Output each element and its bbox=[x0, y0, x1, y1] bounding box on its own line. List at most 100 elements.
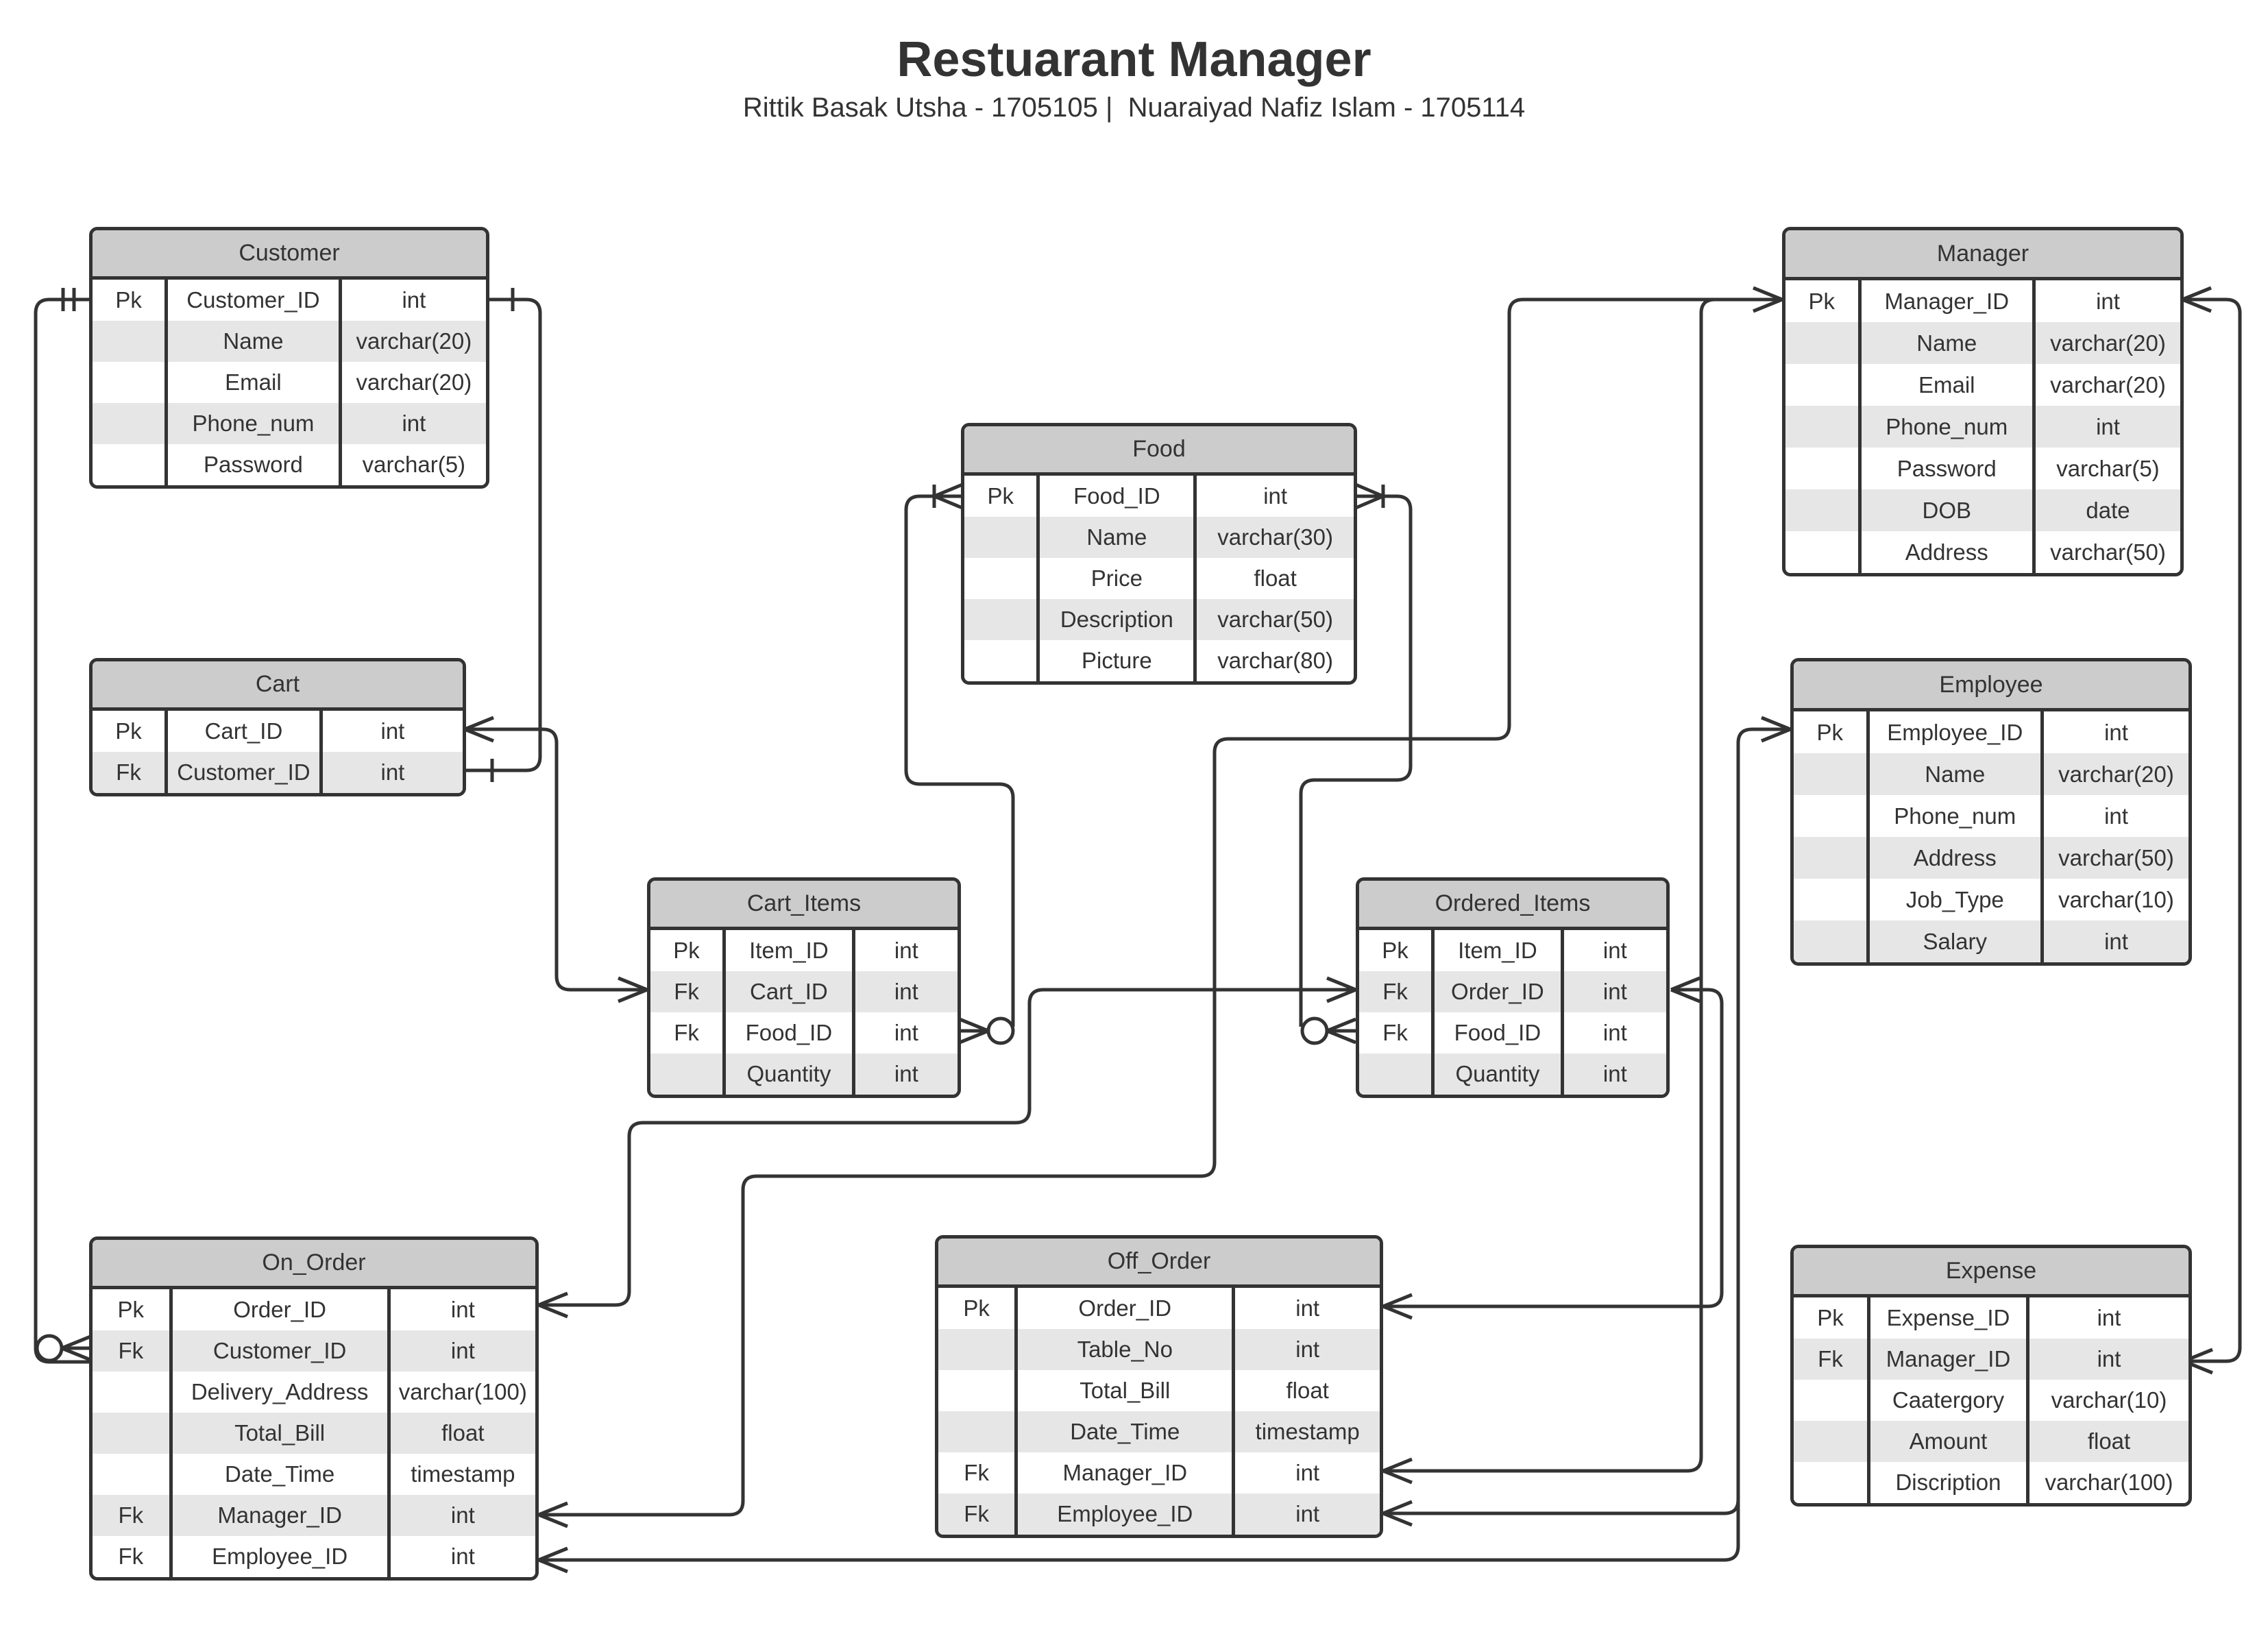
ordered-items-row: Fk Food_ID int bbox=[1359, 1012, 1666, 1053]
cart-items-key-type bbox=[650, 1053, 727, 1095]
employee-field-name: Phone_num bbox=[1870, 795, 2044, 837]
on-order-data-type: int bbox=[450, 1338, 475, 1363]
food-key-type: Pk bbox=[964, 476, 1040, 517]
manager-header: Manager bbox=[1785, 230, 2180, 280]
ordered-items-row: Fk Order_ID int bbox=[1359, 971, 1666, 1012]
customer-data-type: int bbox=[402, 411, 426, 436]
many-mark bbox=[1670, 976, 1700, 1003]
entity-food: Food Pk Food_ID int Name varchar(30) Price floa… bbox=[961, 423, 1357, 685]
expense-field-name: Discription bbox=[1870, 1462, 2029, 1503]
zero-mark bbox=[1300, 1016, 1329, 1045]
entity-cart-items: Cart_Items Pk Item_ID int Fk Cart_ID int Fk Food… bbox=[647, 877, 961, 1098]
manager-field-name: Address bbox=[1862, 531, 2036, 573]
customer-key-type: Pk bbox=[93, 280, 169, 321]
food-data-type: float bbox=[1254, 565, 1297, 591]
manager-row: Pk Manager_ID int bbox=[1785, 280, 2180, 322]
many-mark bbox=[1382, 1457, 1413, 1485]
employee-data-type: varchar(20) bbox=[2058, 761, 2174, 787]
many-mark bbox=[1761, 716, 1791, 743]
ordered-items-header: Ordered_Items bbox=[1359, 881, 1666, 930]
entity-on-order: On_Order Pk Order_ID int Fk Customer_ID int Del… bbox=[89, 1236, 539, 1581]
cart-items-row: Pk Item_ID int bbox=[650, 930, 958, 971]
expense-data-type: int bbox=[2097, 1305, 2121, 1330]
rel-employee-off-order bbox=[1383, 727, 1790, 1515]
food-row: Picture varchar(80) bbox=[964, 640, 1354, 681]
many-mark bbox=[2182, 286, 2212, 313]
off-order-row: Date_Time timestamp bbox=[938, 1411, 1380, 1452]
ordered-items-row: Pk Item_ID int bbox=[1359, 930, 1666, 971]
on-order-data-type: int bbox=[450, 1544, 475, 1569]
off-order-row: Fk Employee_ID int bbox=[938, 1493, 1380, 1535]
employee-key-type bbox=[1794, 837, 1870, 879]
customer-key-type bbox=[93, 403, 169, 444]
food-field-name: Name bbox=[1040, 517, 1197, 558]
off-order-key-type bbox=[938, 1411, 1019, 1452]
cart-field-name: Cart_ID bbox=[168, 711, 323, 752]
entity-ordered-items: Ordered_Items Pk Item_ID int Fk Order_ID int Fk… bbox=[1356, 877, 1670, 1098]
entity-employee: Employee Pk Employee_ID int Name varchar(20) P… bbox=[1790, 658, 2192, 966]
customer-field-name: Name bbox=[168, 321, 342, 362]
customer-row: Pk Customer_ID int bbox=[93, 280, 486, 321]
many-mark bbox=[538, 1546, 568, 1574]
on-order-data-type: varchar(100) bbox=[398, 1379, 527, 1404]
employee-key-type bbox=[1794, 879, 1870, 920]
zero-mark bbox=[35, 1334, 64, 1363]
cart-items-data-type: int bbox=[894, 1061, 918, 1086]
employee-key-type: Pk bbox=[1794, 711, 1870, 753]
expense-row: Discription varchar(100) bbox=[1794, 1462, 2188, 1503]
many-mark bbox=[538, 1291, 568, 1319]
on-order-row: Fk Manager_ID int bbox=[93, 1495, 535, 1536]
cart-items-key-type: Pk bbox=[650, 930, 727, 971]
employee-data-type: int bbox=[2104, 928, 2128, 954]
employee-key-type bbox=[1794, 920, 1870, 962]
off-order-field-name: Date_Time bbox=[1018, 1411, 1236, 1452]
food-row: Description varchar(50) bbox=[964, 599, 1354, 640]
cart-items-key-type: Fk bbox=[650, 971, 727, 1012]
food-data-type: varchar(30) bbox=[1217, 524, 1333, 550]
employee-field-name: Salary bbox=[1870, 920, 2044, 962]
customer-key-type bbox=[93, 362, 169, 403]
expense-key-type bbox=[1794, 1462, 1870, 1503]
employee-row: Phone_num int bbox=[1794, 795, 2188, 837]
expense-key-type: Pk bbox=[1794, 1297, 1870, 1339]
food-row: Name varchar(30) bbox=[964, 517, 1354, 558]
manager-data-type: date bbox=[2086, 497, 2130, 523]
many-mark bbox=[464, 716, 494, 743]
employee-key-type bbox=[1794, 795, 1870, 837]
off-order-data-type: int bbox=[1295, 1295, 1320, 1321]
expense-data-type: varchar(100) bbox=[2045, 1470, 2173, 1495]
on-order-field-name: Total_Bill bbox=[173, 1413, 391, 1454]
entity-off-order: Off_Order Pk Order_ID int Table_No int Total_B… bbox=[935, 1235, 1383, 1538]
diagram-title: Restuarant Manager bbox=[897, 32, 1371, 87]
off-order-header: Off_Order bbox=[938, 1239, 1380, 1288]
on-order-key-type: Fk bbox=[93, 1495, 173, 1536]
food-row: Price float bbox=[964, 558, 1354, 599]
manager-row: Password varchar(5) bbox=[1785, 448, 2180, 489]
many-mark bbox=[538, 1501, 568, 1528]
cart-items-field-name: Item_ID bbox=[726, 930, 855, 971]
employee-data-type: varchar(10) bbox=[2058, 886, 2174, 912]
off-order-data-type: int bbox=[1295, 1460, 1320, 1485]
ordered-items-key-type: Fk bbox=[1359, 1012, 1435, 1053]
off-order-key-type: Fk bbox=[938, 1493, 1019, 1535]
cart-row: Fk Customer_ID int bbox=[93, 752, 463, 793]
employee-header: Employee bbox=[1794, 661, 2188, 711]
on-order-key-type: Fk bbox=[93, 1330, 173, 1371]
cart-items-row: Fk Cart_ID int bbox=[650, 971, 958, 1012]
employee-data-type: int bbox=[2104, 719, 2128, 745]
off-order-data-type: float bbox=[1286, 1378, 1329, 1403]
off-order-field-name: Order_ID bbox=[1018, 1288, 1236, 1329]
food-field-name: Picture bbox=[1040, 640, 1197, 681]
expense-row: Amount float bbox=[1794, 1421, 2188, 1462]
manager-data-type: varchar(20) bbox=[2050, 330, 2166, 356]
on-order-key-type bbox=[93, 1371, 173, 1413]
on-order-row: Date_Time timestamp bbox=[93, 1454, 535, 1495]
on-order-key-type bbox=[93, 1413, 173, 1454]
ordered-items-data-type: int bbox=[1602, 1061, 1627, 1086]
employee-data-type: varchar(50) bbox=[2058, 844, 2174, 870]
manager-row: Email varchar(20) bbox=[1785, 364, 2180, 406]
manager-key-type bbox=[1785, 531, 1862, 573]
expense-key-type bbox=[1794, 1421, 1870, 1462]
manager-key-type bbox=[1785, 322, 1862, 364]
food-field-name: Price bbox=[1040, 558, 1197, 599]
